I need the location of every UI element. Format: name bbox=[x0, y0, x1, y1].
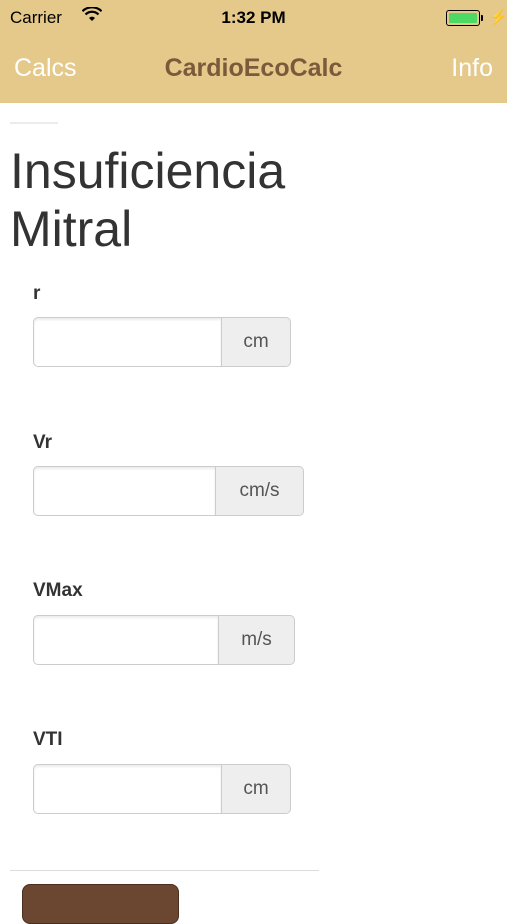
calculate-button[interactable] bbox=[22, 884, 179, 924]
input-group-r: cm bbox=[33, 317, 291, 367]
status-bar: Carrier 1:32 PM ⚡ bbox=[0, 0, 507, 36]
battery-nub bbox=[481, 15, 483, 21]
clock: 1:32 PM bbox=[221, 8, 286, 27]
divider bbox=[10, 122, 58, 124]
navigation-bar: Calcs CardioEcoCalc Info bbox=[0, 36, 507, 103]
field-label-vr: Vr bbox=[33, 432, 53, 453]
vmax-input[interactable] bbox=[33, 615, 218, 665]
r-input[interactable] bbox=[33, 317, 221, 367]
app-title: CardioEcoCalc bbox=[164, 54, 343, 82]
unit-addon-vti: cm bbox=[221, 764, 291, 814]
field-label-r: r bbox=[33, 283, 41, 304]
field-label-vmax: VMax bbox=[33, 580, 83, 601]
vti-input[interactable] bbox=[33, 764, 221, 814]
battery-icon bbox=[446, 10, 480, 26]
input-group-vr: cm/s bbox=[33, 466, 304, 516]
unit-addon-r: cm bbox=[221, 317, 291, 367]
page-title: Insuficiencia Mitral bbox=[10, 143, 286, 257]
input-group-vti: cm bbox=[33, 764, 291, 814]
charging-bolt-icon: ⚡ bbox=[489, 9, 507, 26]
field-label-vti: VTI bbox=[33, 729, 63, 750]
unit-addon-vmax: m/s bbox=[218, 615, 295, 665]
info-button[interactable]: Info bbox=[451, 54, 493, 83]
vr-input[interactable] bbox=[33, 466, 215, 516]
input-group-vmax: m/s bbox=[33, 615, 295, 665]
unit-addon-vr: cm/s bbox=[215, 466, 304, 516]
form-divider bbox=[10, 870, 319, 871]
